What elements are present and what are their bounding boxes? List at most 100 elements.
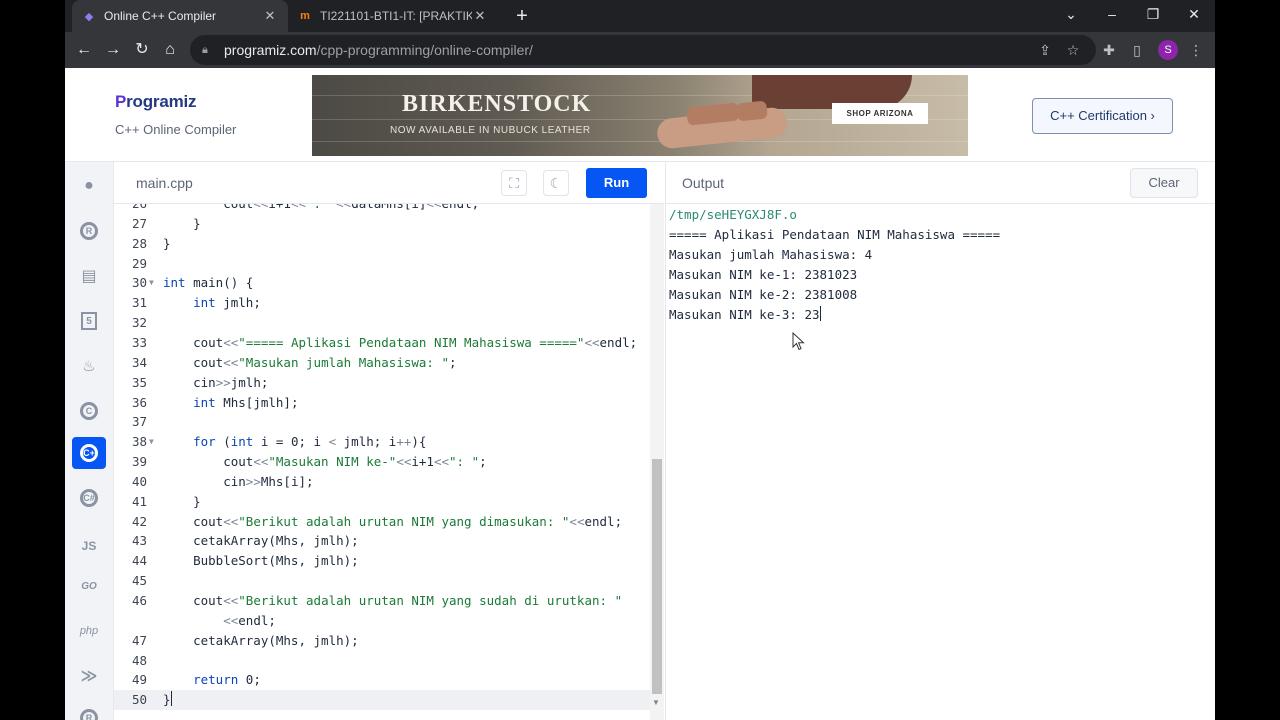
code-line[interactable]: 27 } bbox=[114, 214, 650, 234]
java-icon[interactable]: ♨ bbox=[72, 350, 106, 382]
code-line[interactable]: 50} bbox=[114, 690, 650, 711]
file-tab[interactable]: main.cpp bbox=[136, 175, 193, 191]
output-path: /tmp/seHEYGXJ8F.o bbox=[669, 207, 797, 222]
tab-praktikum[interactable]: m TI221101-BTI1-IT: [PRAKTIKUM] ✕ bbox=[288, 0, 498, 32]
code-line[interactable]: <<endl; bbox=[114, 611, 650, 631]
code-text: } bbox=[163, 691, 172, 708]
swift-icon[interactable]: ≫ bbox=[72, 660, 106, 692]
line-number: 43 bbox=[131, 533, 147, 549]
code-line[interactable]: 48 bbox=[114, 651, 650, 671]
back-icon[interactable]: ← bbox=[72, 38, 96, 62]
code-line[interactable]: 41 } bbox=[114, 492, 650, 512]
site-header: Programiz C++ Online Compiler BIRKENSTOC… bbox=[65, 68, 1215, 162]
code-line[interactable]: 37 bbox=[114, 412, 650, 432]
run-button[interactable]: Run bbox=[586, 168, 647, 198]
code-text: int jmlh; bbox=[193, 295, 261, 311]
code-line[interactable]: 29 bbox=[114, 254, 650, 274]
code-line[interactable]: 33 cout<<"===== Aplikasi Pendataan NIM M… bbox=[114, 333, 650, 353]
line-number: 35 bbox=[131, 374, 147, 390]
code-text: for (int i = 0; i < jmlh; i++){ bbox=[193, 434, 427, 450]
code-line[interactable]: 40 cin>>Mhs[i]; bbox=[114, 472, 650, 492]
editor-scrollbar[interactable]: ▼ bbox=[650, 204, 664, 720]
minimize-button[interactable]: – bbox=[1092, 0, 1132, 28]
clear-button[interactable]: Clear bbox=[1130, 168, 1198, 198]
javascript-icon[interactable]: JS bbox=[72, 530, 106, 562]
url-host: programiz.com bbox=[224, 42, 317, 58]
code-text: cout<<i+1<<": "<<dataMhs[i]<<endl; bbox=[163, 204, 479, 214]
new-tab-button[interactable]: + bbox=[511, 5, 533, 27]
scrollbar-thumb[interactable] bbox=[652, 459, 662, 694]
code-line[interactable]: 26 cout<<i+1<<": "<<dataMhs[i]<<endl; bbox=[114, 204, 650, 214]
code-line[interactable]: 28} bbox=[114, 234, 650, 254]
menu-kebab-icon[interactable]: ⋮ bbox=[1186, 40, 1206, 60]
output-label: Output bbox=[682, 175, 725, 191]
code-line[interactable]: 38 ▼ for (int i = 0; i < jmlh; i++){ bbox=[114, 432, 650, 452]
share-icon[interactable]: ⇪ bbox=[1035, 40, 1055, 60]
fold-arrow-icon[interactable]: ▼ bbox=[149, 273, 154, 293]
reload-icon[interactable]: ↻ bbox=[130, 38, 154, 62]
code-line[interactable]: 32 bbox=[114, 313, 650, 333]
go-icon[interactable]: GO bbox=[72, 570, 106, 602]
text-caret bbox=[170, 691, 172, 707]
code-line[interactable]: 44 BubbleSort(Mhs, jmlh); bbox=[114, 551, 650, 571]
code-text: cetakArray(Mhs, jmlh); bbox=[163, 533, 359, 549]
code-text: } bbox=[163, 215, 201, 231]
code-text: cout<<"Berikut adalah urutan NIM yang di… bbox=[163, 513, 623, 529]
fold-arrow-icon[interactable]: ▼ bbox=[149, 432, 154, 452]
bookmark-star-icon[interactable]: ☆ bbox=[1063, 40, 1083, 60]
code-line[interactable]: 30 ▼ int main() { bbox=[114, 273, 650, 293]
close-window-button[interactable]: ✕ bbox=[1174, 0, 1214, 28]
browser-window: ◆ Online C++ Compiler ✕ m TI221101-BTI1-… bbox=[65, 0, 1215, 720]
code-line[interactable]: 45 bbox=[114, 571, 650, 591]
line-number: 45 bbox=[131, 573, 147, 589]
url-path: /cpp-programming/online-compiler/ bbox=[316, 42, 533, 58]
code-text: <<endl; bbox=[223, 612, 276, 628]
tab-search-icon[interactable]: ⌄ bbox=[1051, 0, 1091, 28]
code-text: cetakArray(Mhs, jmlh); bbox=[163, 632, 359, 648]
close-tab-icon[interactable]: ✕ bbox=[262, 8, 278, 24]
close-tab-icon[interactable]: ✕ bbox=[472, 8, 488, 24]
code-line[interactable]: 43 cetakArray(Mhs, jmlh); bbox=[114, 531, 650, 551]
code-line[interactable]: 49 return 0; bbox=[114, 670, 650, 690]
restore-button[interactable]: ❐ bbox=[1133, 0, 1173, 28]
sql-icon[interactable]: ▤ bbox=[72, 260, 106, 292]
code-editor[interactable]: 26 cout<<i+1<<": "<<dataMhs[i]<<endl;27 … bbox=[114, 204, 664, 720]
code-line[interactable]: 34 cout<<"Masukan jumlah Mahasiswa: "; bbox=[114, 353, 650, 373]
html-icon[interactable]: 5 bbox=[72, 305, 106, 337]
r-icon[interactable]: R bbox=[72, 215, 106, 247]
code-line[interactable]: 36 int Mhs[jmlh]; bbox=[114, 393, 650, 413]
certification-button[interactable]: C++ Certification › bbox=[1032, 98, 1173, 134]
tab-title: TI221101-BTI1-IT: [PRAKTIKUM] bbox=[320, 9, 472, 23]
address-bar[interactable]: 🔒︎ programiz.com/cpp-programming/online-… bbox=[190, 35, 1096, 65]
profile-avatar[interactable]: S bbox=[1158, 40, 1178, 60]
tab-online-compiler[interactable]: ◆ Online C++ Compiler ✕ bbox=[72, 0, 288, 32]
code-line[interactable]: 39 cout<<"Masukan NIM ke-"<<i+1<<": "; bbox=[114, 452, 650, 472]
dark-mode-moon-icon[interactable]: ☾ bbox=[543, 170, 569, 196]
extensions-icon[interactable]: ✚ bbox=[1099, 40, 1119, 60]
fullscreen-icon[interactable]: ⛶ bbox=[501, 170, 527, 196]
code-text: cout<<"Masukan jumlah Mahasiswa: "; bbox=[163, 354, 457, 370]
c-icon[interactable]: C bbox=[72, 395, 106, 427]
code-line[interactable]: 31 int jmlh; bbox=[114, 293, 650, 313]
output-console[interactable]: /tmp/seHEYGXJ8F.o ===== Aplikasi Pendata… bbox=[665, 204, 1215, 720]
home-icon[interactable]: ⌂ bbox=[158, 38, 182, 62]
cpp-icon[interactable]: C+ bbox=[72, 437, 106, 469]
lock-icon[interactable]: 🔒︎ bbox=[202, 44, 216, 57]
code-text: cout<<"Berikut adalah urutan NIM yang su… bbox=[163, 593, 623, 608]
ad-cta-button[interactable]: SHOP ARIZONA bbox=[832, 103, 928, 124]
rust-icon[interactable]: R bbox=[72, 702, 106, 720]
output-input-line[interactable]: Masukan NIM ke-3: 23 bbox=[669, 305, 821, 325]
php-icon[interactable]: php bbox=[72, 615, 106, 647]
csharp-icon[interactable]: C# bbox=[72, 482, 106, 514]
code-text: cin>>jmlh; bbox=[163, 374, 269, 390]
forward-icon[interactable]: → bbox=[101, 38, 125, 62]
code-line[interactable]: 42 cout<<"Berikut adalah urutan NIM yang… bbox=[114, 512, 650, 532]
advertisement-banner[interactable]: BIRKENSTOCK NOW AVAILABLE IN NUBUCK LEAT… bbox=[312, 75, 968, 156]
programiz-logo[interactable]: Programiz bbox=[115, 92, 197, 112]
side-panel-icon[interactable]: ▯ bbox=[1127, 40, 1147, 60]
scroll-down-icon[interactable]: ▼ bbox=[652, 698, 660, 707]
code-line[interactable]: 46 cout<<"Berikut adalah urutan NIM yang… bbox=[114, 591, 650, 611]
python-icon[interactable]: ● bbox=[72, 170, 106, 202]
code-line[interactable]: 35 cin>>jmlh; bbox=[114, 373, 650, 393]
code-line[interactable]: 47 cetakArray(Mhs, jmlh); bbox=[114, 631, 650, 651]
